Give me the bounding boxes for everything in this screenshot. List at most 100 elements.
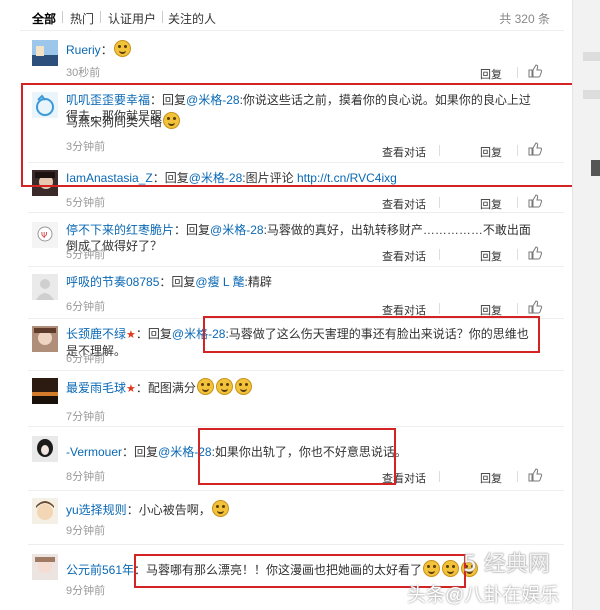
comment-username[interactable]: 呼吸的节奏08785 bbox=[66, 275, 159, 289]
thumbs-up-icon[interactable] bbox=[528, 64, 542, 78]
colon: ： bbox=[150, 93, 163, 107]
comment-body: :如果你出轨了，你也不好意思说话。 bbox=[211, 445, 407, 459]
comment-count: 共 320 条 bbox=[499, 12, 550, 26]
comment-body: 马燕宋狗同类人咯 bbox=[66, 115, 163, 129]
laughing-emoji-icon bbox=[442, 560, 460, 577]
comment-text: 最爱雨毛球★：配图满分 bbox=[66, 378, 532, 397]
thumbs-up-icon[interactable] bbox=[528, 300, 542, 314]
reply-button[interactable]: 回复 bbox=[480, 470, 502, 486]
mention-link[interactable]: @米格-28 bbox=[172, 327, 226, 341]
action-separator bbox=[439, 145, 440, 156]
mention-link[interactable]: @米格-28 bbox=[189, 171, 243, 185]
tab-separator bbox=[62, 11, 63, 23]
reply-prefix: 回复 bbox=[162, 93, 187, 107]
comment-username[interactable]: 叽叽歪歪要幸福 bbox=[66, 93, 150, 107]
row-divider bbox=[28, 426, 564, 427]
colon: ： bbox=[126, 503, 139, 517]
right-scroll-area[interactable] bbox=[572, 0, 600, 610]
reply-prefix: 回复 bbox=[147, 327, 172, 341]
comment-username[interactable]: 公元前561年 bbox=[66, 563, 134, 577]
comment-time: 9分钟前 bbox=[66, 525, 106, 537]
tab-following[interactable]: 关注的人 bbox=[168, 10, 216, 27]
row-divider bbox=[28, 370, 564, 371]
comment-time: 5分钟前 bbox=[66, 249, 106, 261]
user-avatar[interactable] bbox=[32, 40, 58, 66]
reply-button[interactable]: 回复 bbox=[480, 248, 502, 264]
action-separator bbox=[439, 303, 440, 314]
user-avatar[interactable]: Ψ bbox=[32, 222, 58, 248]
comment-username[interactable]: IamAnastasia_Z bbox=[66, 171, 153, 185]
mention-link[interactable]: @米格-28 bbox=[158, 445, 212, 459]
reply-prefix: 回复 bbox=[171, 275, 196, 289]
comment-username[interactable]: 停不下来的红枣脆片 bbox=[66, 223, 174, 237]
comment-text: 停不下来的红枣脆片：回复@米格-28:马蓉做的真好，出轨转移财产……………不敢出… bbox=[66, 222, 532, 254]
comment-body: 马蓉哪有那么漂亮！！你这漫画也把她画的太好看了 bbox=[146, 563, 423, 577]
sidebar-marker bbox=[591, 160, 600, 176]
action-separator bbox=[517, 303, 518, 314]
thumbs-up-icon[interactable] bbox=[528, 142, 542, 156]
row-divider bbox=[28, 544, 564, 545]
user-avatar[interactable] bbox=[32, 498, 58, 524]
tab-all[interactable]: 全部 bbox=[32, 10, 56, 27]
short-url-link[interactable]: http://t.cn/RVC4ixg bbox=[297, 171, 397, 185]
comment-time: 8分钟前 bbox=[66, 471, 106, 483]
mention-link[interactable]: @米格-28 bbox=[186, 93, 240, 107]
thumbs-up-icon[interactable] bbox=[528, 194, 542, 208]
smile-emoji-icon bbox=[215, 378, 233, 395]
action-separator bbox=[517, 67, 518, 78]
comment-text: IamAnastasia_Z：回复@米格-28:图片评论 http://t.cn… bbox=[66, 170, 532, 186]
user-avatar[interactable] bbox=[32, 554, 58, 580]
comment-time: 6分钟前 bbox=[66, 301, 106, 313]
comment-text: yu选择规则：小心被告啊， bbox=[66, 500, 532, 518]
comment-username[interactable]: Rueriy bbox=[66, 43, 101, 57]
row-divider bbox=[28, 318, 564, 319]
mention-link[interactable]: @米格-28 bbox=[210, 223, 264, 237]
reply-prefix: 回复 bbox=[164, 171, 189, 185]
comment-username[interactable]: 长颈鹿不绿 bbox=[66, 327, 126, 341]
view-conversation-button[interactable]: 查看对话 bbox=[382, 248, 426, 264]
action-separator bbox=[439, 197, 440, 208]
reply-button[interactable]: 回复 bbox=[480, 66, 502, 82]
star-icon: ★ bbox=[126, 383, 136, 395]
row-divider bbox=[28, 212, 564, 213]
view-conversation-button[interactable]: 查看对话 bbox=[382, 196, 426, 212]
reply-button[interactable]: 回复 bbox=[480, 144, 502, 160]
view-conversation-button[interactable]: 查看对话 bbox=[382, 470, 426, 486]
action-separator bbox=[517, 471, 518, 482]
action-separator bbox=[439, 471, 440, 482]
comment-body: :图片评论 bbox=[242, 171, 297, 185]
colon: ： bbox=[135, 381, 148, 395]
colon: ： bbox=[122, 445, 135, 459]
comment-username[interactable]: yu选择规则 bbox=[66, 503, 127, 517]
comment-username[interactable]: -Vermouer bbox=[66, 445, 122, 459]
comment-body: 配图满分 bbox=[147, 381, 196, 395]
comment-time: 6分钟前 bbox=[66, 353, 106, 365]
site-watermark: 5 经典网 bbox=[463, 552, 550, 577]
tab-hot[interactable]: 热门 bbox=[70, 10, 94, 27]
action-separator bbox=[517, 197, 518, 208]
row-divider bbox=[28, 162, 564, 163]
smile-emoji-icon bbox=[234, 378, 252, 395]
user-avatar[interactable] bbox=[32, 274, 58, 300]
row-divider bbox=[28, 84, 564, 85]
reply-button[interactable]: 回复 bbox=[480, 302, 502, 318]
thumbs-up-icon[interactable] bbox=[528, 468, 542, 482]
comment-username[interactable]: 最爱雨毛球 bbox=[66, 381, 126, 395]
user-avatar[interactable] bbox=[32, 170, 58, 196]
view-conversation-button[interactable]: 查看对话 bbox=[382, 144, 426, 160]
sidebar-marker bbox=[583, 90, 600, 99]
user-avatar[interactable] bbox=[32, 326, 58, 352]
tab-verified-users[interactable]: 认证用户 bbox=[108, 10, 156, 27]
user-avatar[interactable] bbox=[32, 92, 58, 118]
colon: ： bbox=[159, 275, 172, 289]
comment-panel: 全部 热门 认证用户 关注的人 共 320 条 Rueriy： 30秒前 回复 … bbox=[0, 0, 575, 610]
user-avatar[interactable] bbox=[32, 436, 58, 462]
action-separator bbox=[517, 145, 518, 156]
view-conversation-button[interactable]: 查看对话 bbox=[382, 302, 426, 318]
mention-link[interactable]: @瘦 L 氂 bbox=[195, 275, 244, 289]
thinking-emoji-icon bbox=[211, 500, 229, 517]
reply-button[interactable]: 回复 bbox=[480, 196, 502, 212]
user-avatar[interactable] bbox=[32, 378, 58, 404]
comment-time: 3分钟前 bbox=[66, 141, 106, 153]
thumbs-up-icon[interactable] bbox=[528, 246, 542, 260]
